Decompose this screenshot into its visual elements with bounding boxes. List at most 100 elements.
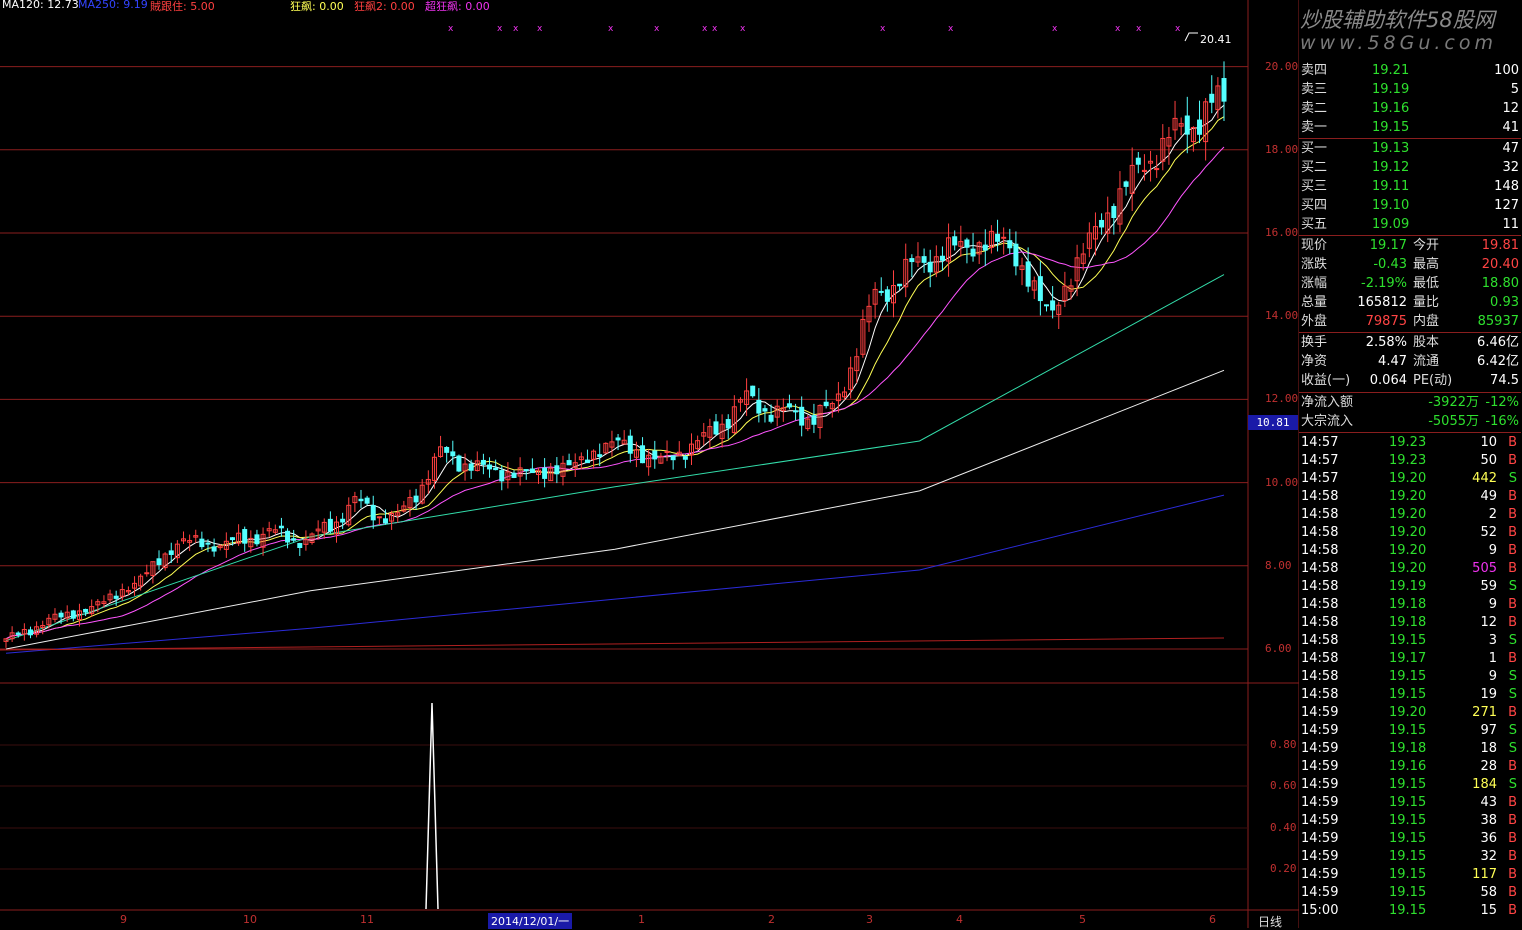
- fund-label: 股本: [1413, 335, 1440, 350]
- ask-row: 卖三 19.19 5: [1299, 81, 1521, 99]
- x-axis-label: 10: [243, 913, 257, 926]
- tick-row: 14:57 19.20 442 S: [1299, 470, 1521, 488]
- tick-row: 14:59 19.15 43 B: [1299, 794, 1521, 812]
- candle-body: [970, 248, 976, 257]
- tick-price: 19.18: [1389, 615, 1427, 630]
- indicator-chaokuangbiao: 超狂飙: 0.00: [425, 0, 490, 13]
- candle-body: [70, 610, 76, 619]
- ask-label: 卖二: [1301, 101, 1328, 116]
- stat-label: 现价: [1301, 238, 1328, 253]
- tick-volume: 9: [1488, 543, 1497, 558]
- tick-time: 14:59: [1301, 813, 1339, 828]
- bid-price: 19.09: [1372, 217, 1410, 232]
- period-label[interactable]: 日线: [1258, 913, 1282, 930]
- bid-volume: 11: [1502, 217, 1519, 232]
- candle-body: [664, 451, 670, 454]
- candle-body: [15, 632, 21, 635]
- signal-marker: x: [712, 24, 718, 34]
- tick-time: 14:59: [1301, 777, 1339, 792]
- candle-body: [205, 542, 211, 545]
- tick-row: 14:59 19.15 32 B: [1299, 848, 1521, 866]
- long-ma-line: [0, 637, 1225, 651]
- candle-body: [229, 537, 235, 541]
- tick-side: B: [1508, 489, 1517, 504]
- candle-body: [297, 543, 303, 548]
- candle-body: [1209, 93, 1215, 103]
- bid-label: 买二: [1301, 160, 1328, 175]
- sub-axis-label: 0.60: [1270, 779, 1297, 792]
- price-axis-label: 20.00: [1265, 59, 1299, 73]
- price-axis-label: 16.00: [1265, 226, 1299, 239]
- tick-time: 14:58: [1301, 543, 1339, 558]
- candle-body: [627, 435, 633, 454]
- candle-body: [456, 455, 462, 472]
- current-price-marker: 10.81: [1248, 415, 1298, 430]
- sub-axis-label: 0.80: [1270, 738, 1297, 751]
- bid-volume: 32: [1502, 160, 1519, 175]
- x-axis-label: 2: [768, 913, 775, 926]
- tick-volume: 32: [1480, 849, 1497, 864]
- indicator-kuangbiao2: 狂飙2: 0.00: [354, 0, 415, 13]
- tick-volume: 442: [1472, 471, 1497, 486]
- ask-row: 卖一 19.15 41: [1299, 119, 1521, 137]
- tick-side: B: [1508, 759, 1517, 774]
- signal-marker: x: [513, 24, 519, 34]
- tick-volume: 505: [1472, 561, 1497, 576]
- divider: [1299, 138, 1521, 139]
- candle-body: [725, 419, 731, 429]
- ma60-line: [5, 274, 1225, 642]
- tick-time: 14:58: [1301, 489, 1339, 504]
- ask-label: 卖三: [1301, 82, 1328, 97]
- candle-body: [529, 468, 535, 474]
- candle-body: [413, 495, 419, 503]
- bid-label: 买一: [1301, 141, 1328, 156]
- tick-side: B: [1508, 525, 1517, 540]
- candle-body: [1099, 219, 1105, 228]
- tick-volume: 58: [1480, 885, 1497, 900]
- tick-side: S: [1508, 777, 1517, 792]
- candle-body: [199, 538, 205, 548]
- tick-volume: 15: [1480, 903, 1497, 918]
- tick-side: B: [1508, 543, 1517, 558]
- bid-price: 19.10: [1372, 198, 1410, 213]
- ma10-line: [5, 116, 1225, 640]
- fund-value: 0.064: [1369, 373, 1407, 388]
- tick-price: 19.15: [1389, 687, 1427, 702]
- candle-body: [713, 421, 719, 435]
- tick-time: 14:59: [1301, 723, 1339, 738]
- stat-label: 今开: [1413, 238, 1440, 253]
- quote-stat-row: 涨跌 -0.43 最高 20.40: [1299, 256, 1521, 274]
- tick-row: 14:58 19.20 2 B: [1299, 506, 1521, 524]
- candle-body: [83, 608, 89, 613]
- flow-label: 大宗流入: [1301, 414, 1354, 429]
- flow-pct: -12%: [1485, 395, 1519, 410]
- ask-price: 19.16: [1372, 101, 1410, 116]
- price-axis-label: 10.00: [1265, 475, 1299, 489]
- flow-amount: -3922万: [1428, 395, 1479, 410]
- tick-side: S: [1508, 471, 1517, 486]
- tick-row: 14:59 19.16 28 B: [1299, 758, 1521, 776]
- signal-marker: x: [1175, 24, 1181, 34]
- tick-price: 19.15: [1389, 849, 1427, 864]
- tick-time: 14:59: [1301, 795, 1339, 810]
- quote-stat-row: 现价 19.17 今开 19.81: [1299, 237, 1521, 255]
- candle-body: [364, 497, 370, 504]
- stat-label: 外盘: [1301, 314, 1328, 329]
- stat-value: 19.81: [1481, 238, 1519, 253]
- candle-body: [884, 289, 890, 302]
- x-axis-label: 3: [866, 913, 873, 926]
- tick-side: B: [1508, 615, 1517, 630]
- tick-time: 15:00: [1301, 903, 1339, 918]
- tick-volume: 18: [1480, 741, 1497, 756]
- candle-body: [113, 595, 119, 599]
- candle-body: [584, 459, 590, 464]
- candle-body: [811, 415, 817, 425]
- candle-body: [1050, 300, 1056, 311]
- sub-axis-label: 0.20: [1270, 862, 1297, 875]
- tick-price: 19.19: [1389, 579, 1427, 594]
- tick-price: 19.20: [1389, 507, 1427, 522]
- tick-time: 14:59: [1301, 849, 1339, 864]
- tick-price: 19.15: [1389, 831, 1427, 846]
- kline-chart[interactable]: xxxxxxxxxxxxxxx: [0, 0, 1299, 928]
- signal-marker: x: [654, 24, 660, 34]
